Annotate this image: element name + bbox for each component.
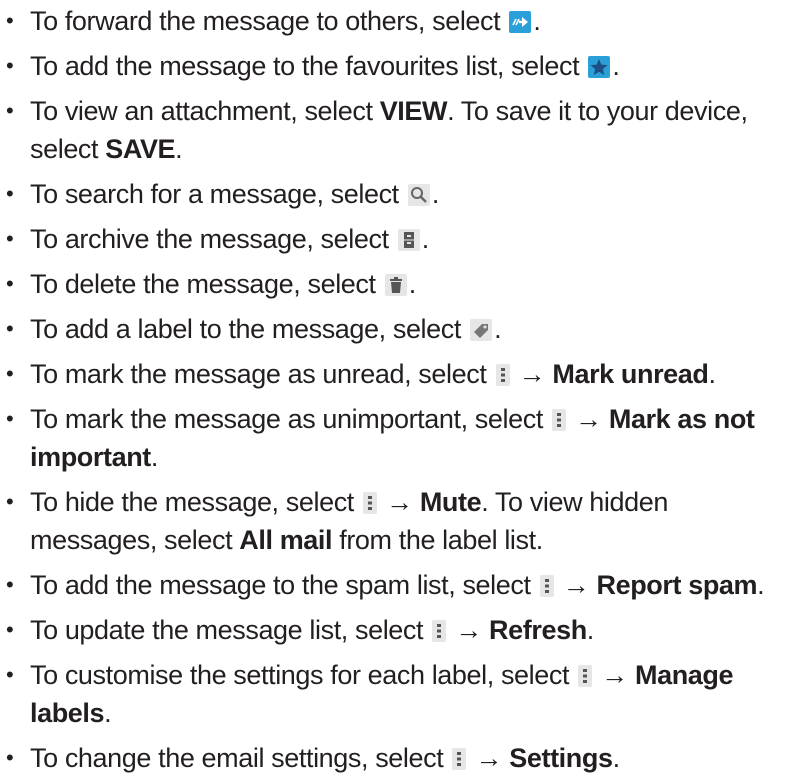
item-text: To mark the message as unread, select [30, 359, 494, 389]
item-text: To add a label to the message, select [30, 314, 469, 344]
item-text: To mark the message as unimportant, sele… [30, 404, 551, 434]
item-text: . [757, 570, 765, 600]
bullet: • [6, 271, 14, 296]
item-bold-text: Settings [509, 743, 613, 773]
bullet: • [6, 181, 14, 206]
item-text: . [708, 359, 717, 389]
bullet: • [6, 745, 14, 770]
item-text: . [586, 615, 595, 645]
item-text: To customise the settings for each label… [30, 660, 577, 690]
instruction-list: • To forward the message to others, sele… [0, 2, 795, 784]
bullet: • [6, 8, 14, 33]
item-text: . [431, 179, 440, 209]
archive-icon [397, 229, 420, 251]
menu-icon [432, 620, 447, 642]
list-item: • To archive the message, select . [0, 220, 795, 258]
menu-icon [452, 748, 467, 770]
bullet: • [6, 617, 14, 642]
bullet: • [6, 226, 14, 251]
bullet: • [6, 489, 14, 514]
list-item: • To view an attachment, select VIEW. To… [0, 92, 795, 168]
item-text: . [421, 224, 430, 254]
label-icon [470, 319, 493, 341]
item-text: To forward the message to others, select [30, 6, 508, 36]
item-text: . [533, 6, 541, 36]
item-text: To view an attachment, select [30, 96, 380, 126]
menu-icon [363, 492, 377, 514]
item-bold-text: All mail [239, 525, 333, 555]
list-item: • To update the message list, select → R… [0, 611, 795, 649]
item-text: To hide the message, select [30, 487, 361, 517]
list-item: • To mark the message as unimportant, se… [0, 400, 795, 476]
item-bold-text: Refresh [489, 615, 587, 645]
arrow: → [379, 487, 420, 517]
menu-icon [495, 364, 510, 386]
bullet: • [6, 662, 14, 687]
item-text: To search for a message, select [30, 179, 406, 209]
item-text: To change the email settings, select [30, 743, 451, 773]
item-text: To update the message list, select [30, 615, 431, 645]
item-bold-text: Mute [419, 487, 482, 517]
item-bold-text: Mark unread [552, 359, 709, 389]
star-icon [588, 56, 611, 78]
list-item: • To add the message to the spam list, s… [0, 566, 795, 604]
list-item: • To customise the settings for each lab… [0, 656, 795, 732]
item-text: . [150, 442, 159, 472]
item-text: . [612, 743, 621, 773]
arrow: → [511, 359, 553, 389]
item-text: . [408, 269, 417, 299]
bullet: • [6, 53, 14, 78]
item-bold-text: SAVE [105, 134, 176, 164]
list-item: • To forward the message to others, sele… [0, 2, 795, 40]
list-item: • To add the message to the favourites l… [0, 47, 795, 85]
bullet: • [6, 361, 14, 386]
list-item: • To add a label to the message, select … [0, 310, 795, 348]
menu-icon [552, 409, 567, 431]
arrow: → [568, 404, 609, 434]
arrow: → [448, 615, 490, 645]
bullet: • [6, 572, 14, 597]
item-text: . [494, 314, 502, 344]
bullet: • [6, 316, 14, 341]
item-text: . [175, 134, 183, 164]
arrow: → [555, 570, 597, 600]
delete-icon [384, 274, 407, 296]
bullet: • [6, 98, 14, 123]
item-bold-text: Report spam [596, 570, 758, 600]
item-text: . [612, 51, 620, 81]
item-text: To archive the message, select [30, 224, 396, 254]
list-item: • To hide the message, select → Mute. To… [0, 483, 795, 559]
item-bold-text: VIEW [379, 96, 448, 126]
menu-icon [578, 665, 593, 687]
forward-icon [509, 11, 532, 33]
list-item: • To change the email settings, select →… [0, 739, 795, 777]
arrow: → [468, 743, 510, 773]
item-text: To add the message to the spam list, sel… [30, 570, 538, 600]
item-text: To add the message to the favourites lis… [30, 51, 587, 81]
item-text: from the label list. [332, 525, 543, 555]
list-item: • To search for a message, select . [0, 175, 795, 213]
list-item: • To delete the message, select . [0, 265, 795, 303]
item-text: . [104, 698, 112, 728]
arrow: → [594, 660, 635, 690]
item-text: To delete the message, select [30, 269, 383, 299]
list-item: • To mark the message as unread, select … [0, 355, 795, 393]
menu-icon [539, 575, 554, 597]
search-icon [407, 184, 430, 206]
bullet: • [6, 406, 14, 431]
